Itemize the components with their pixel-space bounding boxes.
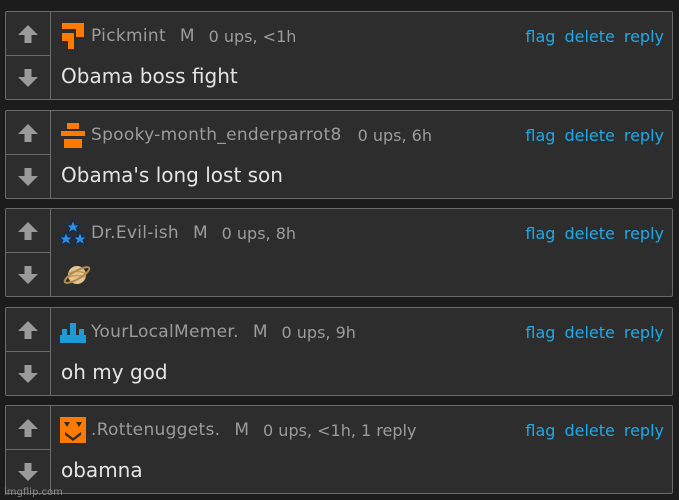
down-arrow-icon xyxy=(18,266,38,284)
username[interactable]: Dr.Evil-ish xyxy=(91,223,179,243)
vote-column xyxy=(6,209,51,296)
up-arrow-icon xyxy=(18,221,38,240)
comment: .Rottenuggets. M 0 ups, <1h, 1 reply fla… xyxy=(5,405,673,494)
user-badge: M xyxy=(179,26,195,46)
comment-stats: 0 ups, <1h, 1 reply xyxy=(263,420,417,440)
flag-link[interactable]: flag xyxy=(525,224,555,243)
flag-link[interactable]: flag xyxy=(525,126,555,145)
ringed-planet-emoji-icon xyxy=(63,266,91,284)
upvote-button[interactable] xyxy=(6,111,50,155)
comment-actions: flag delete reply xyxy=(525,416,664,444)
reply-link[interactable]: reply xyxy=(624,421,664,440)
down-arrow-icon xyxy=(18,463,38,481)
upvote-button[interactable] xyxy=(6,406,50,450)
comment-list: Pickmint M 0 ups, <1h flag delete reply … xyxy=(0,0,679,500)
upvote-button[interactable] xyxy=(6,209,50,253)
comment-actions: flag delete reply xyxy=(525,22,664,50)
comment-body: oh my god xyxy=(61,360,168,384)
delete-link[interactable]: delete xyxy=(564,126,614,145)
up-arrow-icon xyxy=(18,123,38,142)
reply-link[interactable]: reply xyxy=(624,224,664,243)
flag-link[interactable]: flag xyxy=(525,421,555,440)
down-arrow-icon xyxy=(18,365,38,383)
comment-body: obamna xyxy=(61,458,143,482)
orange-face-avatar-icon[interactable] xyxy=(58,415,88,445)
user-badge: M xyxy=(252,322,268,342)
vote-column xyxy=(6,406,51,493)
vote-column xyxy=(6,111,51,198)
user-badge: M xyxy=(192,223,208,243)
downvote-button[interactable] xyxy=(6,155,50,199)
up-arrow-icon xyxy=(18,320,38,339)
comment-actions: flag delete reply xyxy=(525,121,664,149)
comment-actions: flag delete reply xyxy=(525,219,664,247)
vote-column xyxy=(6,12,51,99)
blue-blocks-avatar-icon[interactable] xyxy=(58,317,88,347)
comment: YourLocalMemer. M 0 ups, 9h flag delete … xyxy=(5,307,673,396)
down-arrow-icon xyxy=(18,168,38,186)
downvote-button[interactable] xyxy=(6,253,50,297)
comment-stats: 0 ups, 8h xyxy=(221,223,297,243)
comment-stats: 0 ups, 9h xyxy=(281,322,356,342)
orange-stacked-bars-avatar-icon[interactable] xyxy=(58,120,88,150)
comment-actions: flag delete reply xyxy=(525,318,664,346)
comment: Pickmint M 0 ups, <1h flag delete reply … xyxy=(5,11,673,100)
blue-stars-avatar-icon[interactable] xyxy=(58,218,88,248)
delete-link[interactable]: delete xyxy=(564,224,614,243)
reply-link[interactable]: reply xyxy=(624,323,664,342)
flag-link[interactable]: flag xyxy=(525,27,555,46)
comment-body: Obama boss fight xyxy=(61,64,238,88)
delete-link[interactable]: delete xyxy=(564,323,614,342)
user-badge: M xyxy=(234,420,250,440)
downvote-button[interactable] xyxy=(6,352,50,396)
comment: Dr.Evil-ish M 0 ups, 8h flag delete repl… xyxy=(5,208,673,297)
up-arrow-icon xyxy=(18,418,38,437)
username[interactable]: YourLocalMemer. xyxy=(91,322,239,342)
up-arrow-icon xyxy=(18,24,38,43)
delete-link[interactable]: delete xyxy=(564,27,614,46)
reply-link[interactable]: reply xyxy=(624,126,664,145)
username[interactable]: .Rottenuggets. xyxy=(91,420,220,440)
username[interactable]: Pickmint xyxy=(91,26,166,46)
watermark: imgflip.com xyxy=(4,487,63,498)
flag-link[interactable]: flag xyxy=(525,323,555,342)
username[interactable]: Spooky-month_enderparrot8 xyxy=(91,125,342,145)
comment: Spooky-month_enderparrot8 0 ups, 6h flag… xyxy=(5,110,673,199)
downvote-button[interactable] xyxy=(6,56,50,100)
comment-stats: 0 ups, 6h xyxy=(357,125,432,145)
comment-body: Obama's long lost son xyxy=(61,163,283,187)
comment-stats: 0 ups, <1h xyxy=(208,26,297,46)
vote-column xyxy=(6,308,51,395)
upvote-button[interactable] xyxy=(6,12,50,56)
upvote-button[interactable] xyxy=(6,308,50,352)
orange-blocky-avatar-icon[interactable] xyxy=(58,21,88,51)
delete-link[interactable]: delete xyxy=(564,421,614,440)
down-arrow-icon xyxy=(18,69,38,87)
reply-link[interactable]: reply xyxy=(624,27,664,46)
